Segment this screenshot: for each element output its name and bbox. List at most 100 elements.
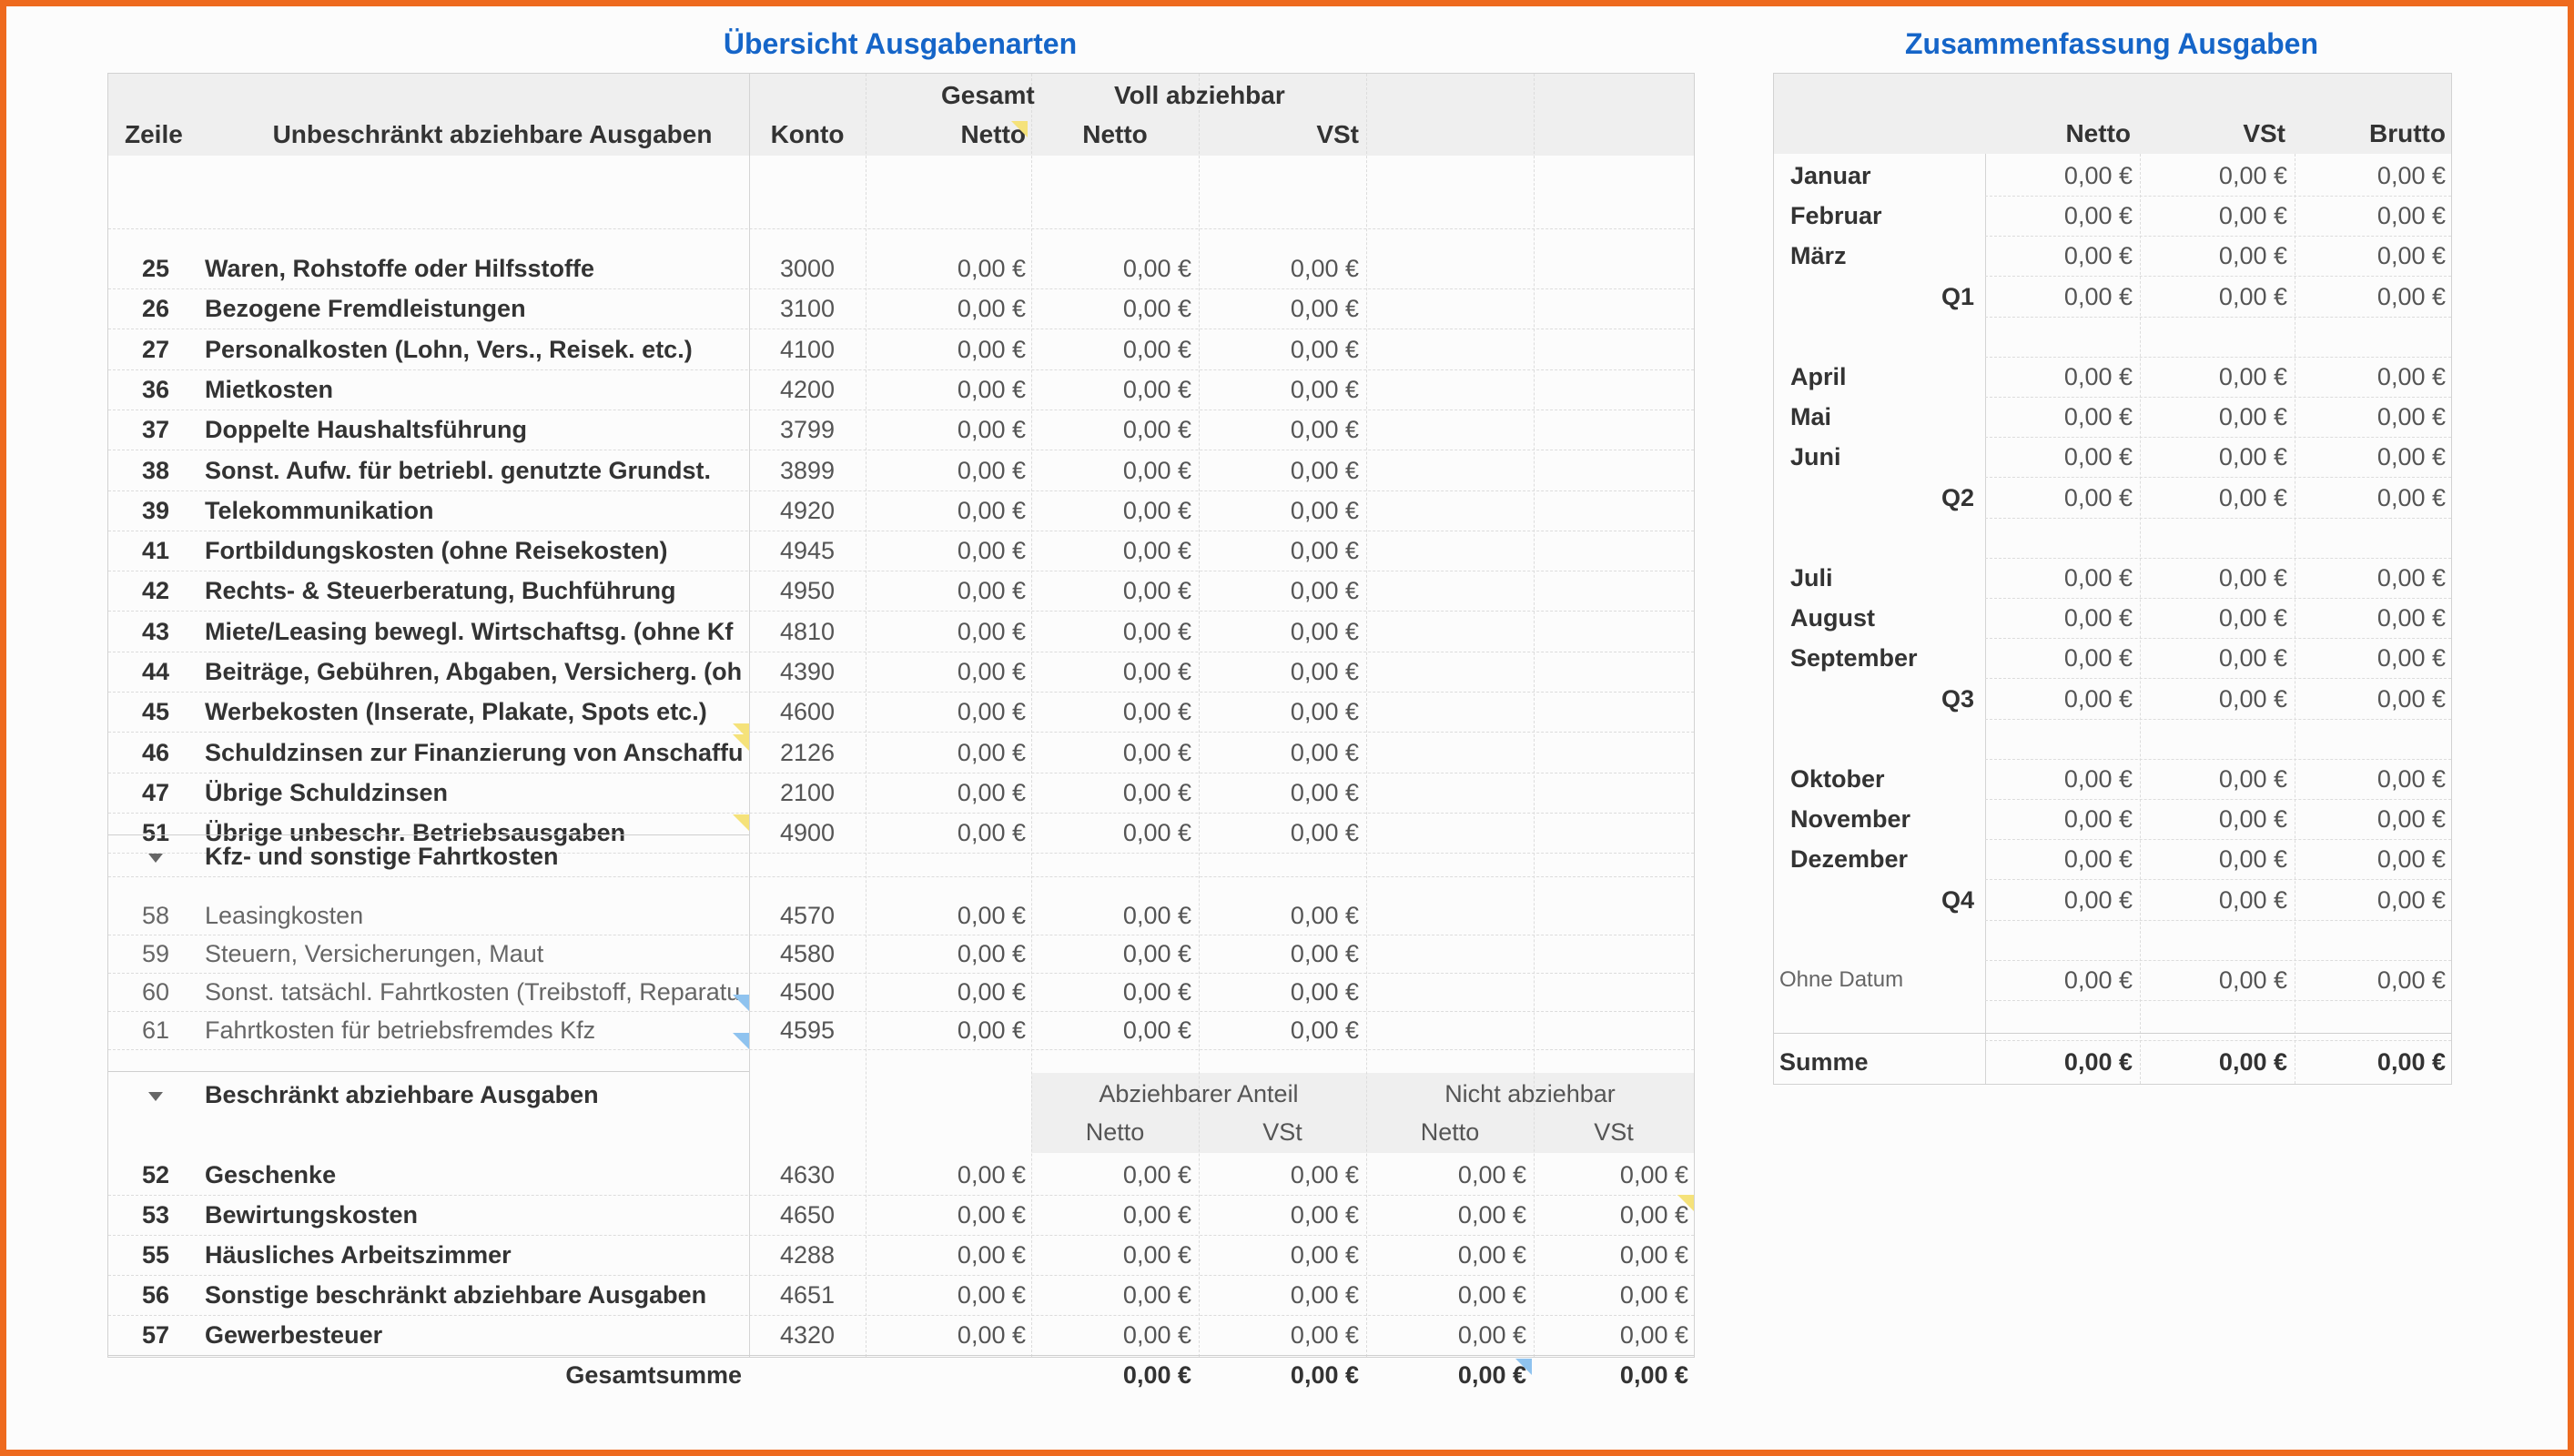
- netto-cell[interactable]: 0,00 €: [1985, 236, 2133, 276]
- nicht-netto-cell[interactable]: 0,00 €: [1366, 1315, 1526, 1355]
- abz-vst-cell[interactable]: 0,00 €: [1199, 1235, 1359, 1275]
- nicht-netto-cell[interactable]: 0,00 €: [1366, 1235, 1526, 1275]
- netto-cell[interactable]: 0,00 €: [1985, 880, 2133, 920]
- vst-cell[interactable]: 0,00 €: [2140, 277, 2287, 317]
- voll-vst-cell[interactable]: 0,00 €: [1199, 248, 1359, 288]
- netto-cell[interactable]: 0,00 €: [1985, 156, 2133, 196]
- netto-cell[interactable]: 0,00 €: [1985, 478, 2133, 518]
- gesamt-netto-cell[interactable]: 0,00 €: [866, 1011, 1026, 1049]
- vst-cell[interactable]: 0,00 €: [2140, 156, 2287, 196]
- konto-cell[interactable]: 3799: [749, 410, 866, 450]
- brutto-cell[interactable]: 0,00 €: [2295, 437, 2446, 477]
- voll-vst-cell[interactable]: 0,00 €: [1199, 571, 1359, 611]
- konto-cell[interactable]: 4288: [749, 1235, 866, 1275]
- konto-cell[interactable]: 4651: [749, 1275, 866, 1315]
- vst-cell[interactable]: 0,00 €: [2140, 357, 2287, 397]
- abz-netto-cell[interactable]: 0,00 €: [1031, 1195, 1191, 1235]
- konto-cell[interactable]: 4920: [749, 490, 866, 531]
- vst-cell[interactable]: 0,00 €: [2140, 839, 2287, 879]
- gesamt-netto-cell[interactable]: 0,00 €: [866, 410, 1026, 450]
- vst-cell[interactable]: 0,00 €: [2140, 799, 2287, 839]
- comment-marker[interactable]: [1011, 121, 1028, 137]
- comment-marker[interactable]: [733, 995, 749, 1011]
- konto-cell[interactable]: 4320: [749, 1315, 866, 1355]
- netto-cell[interactable]: 0,00 €: [1985, 598, 2133, 638]
- konto-cell[interactable]: 3899: [749, 450, 866, 490]
- brutto-cell[interactable]: 0,00 €: [2295, 196, 2446, 236]
- comment-marker[interactable]: [1515, 1359, 1532, 1375]
- brutto-cell[interactable]: 0,00 €: [2295, 598, 2446, 638]
- disclosure-triangle-icon[interactable]: [148, 853, 163, 863]
- voll-netto-cell[interactable]: 0,00 €: [1031, 329, 1191, 369]
- konto-cell[interactable]: 4390: [749, 652, 866, 692]
- voll-netto-cell[interactable]: 0,00 €: [1031, 1011, 1191, 1049]
- netto-cell[interactable]: 0,00 €: [1985, 196, 2133, 236]
- voll-netto-cell[interactable]: 0,00 €: [1031, 935, 1191, 973]
- comment-marker[interactable]: [733, 1033, 749, 1049]
- voll-netto-cell[interactable]: 0,00 €: [1031, 369, 1191, 410]
- total-a-netto[interactable]: 0,00 €: [1031, 1355, 1191, 1395]
- disclosure-triangle-icon[interactable]: [148, 1091, 163, 1101]
- abz-netto-cell[interactable]: 0,00 €: [1031, 1155, 1191, 1195]
- brutto-cell[interactable]: 0,00 €: [2295, 478, 2446, 518]
- gesamt-netto-cell[interactable]: 0,00 €: [866, 1235, 1026, 1275]
- voll-netto-cell[interactable]: 0,00 €: [1031, 531, 1191, 571]
- voll-vst-cell[interactable]: 0,00 €: [1199, 288, 1359, 329]
- brutto-cell[interactable]: 0,00 €: [2295, 397, 2446, 437]
- konto-cell[interactable]: 4945: [749, 531, 866, 571]
- summe-vst[interactable]: 0,00 €: [2140, 1042, 2287, 1082]
- voll-netto-cell[interactable]: 0,00 €: [1031, 248, 1191, 288]
- konto-cell[interactable]: 4600: [749, 692, 866, 732]
- netto-cell[interactable]: 0,00 €: [1985, 638, 2133, 678]
- netto-cell[interactable]: 0,00 €: [1985, 679, 2133, 719]
- comment-marker[interactable]: [733, 814, 749, 832]
- gesamt-netto-cell[interactable]: 0,00 €: [866, 1275, 1026, 1315]
- voll-vst-cell[interactable]: 0,00 €: [1199, 1011, 1359, 1049]
- nicht-vst-cell[interactable]: 0,00 €: [1534, 1155, 1688, 1195]
- brutto-cell[interactable]: 0,00 €: [2295, 558, 2446, 598]
- brutto-cell[interactable]: 0,00 €: [2295, 277, 2446, 317]
- gesamt-netto-cell[interactable]: 0,00 €: [866, 612, 1026, 652]
- gesamt-netto-cell[interactable]: 0,00 €: [866, 531, 1026, 571]
- voll-netto-cell[interactable]: 0,00 €: [1031, 896, 1191, 935]
- voll-netto-cell[interactable]: 0,00 €: [1031, 773, 1191, 813]
- brutto-cell[interactable]: 0,00 €: [2295, 236, 2446, 276]
- abz-netto-cell[interactable]: 0,00 €: [1031, 1315, 1191, 1355]
- gesamt-netto-cell[interactable]: 0,00 €: [866, 652, 1026, 692]
- voll-netto-cell[interactable]: 0,00 €: [1031, 571, 1191, 611]
- nicht-vst-cell[interactable]: 0,00 €: [1534, 1275, 1688, 1315]
- voll-vst-cell[interactable]: 0,00 €: [1199, 450, 1359, 490]
- gesamt-netto-cell[interactable]: 0,00 €: [866, 773, 1026, 813]
- gesamt-netto-cell[interactable]: 0,00 €: [866, 369, 1026, 410]
- voll-netto-cell[interactable]: 0,00 €: [1031, 450, 1191, 490]
- gesamt-netto-cell[interactable]: 0,00 €: [866, 329, 1026, 369]
- netto-cell[interactable]: 0,00 €: [1985, 799, 2133, 839]
- vst-cell[interactable]: 0,00 €: [2140, 638, 2287, 678]
- netto-cell[interactable]: 0,00 €: [1985, 397, 2133, 437]
- voll-vst-cell[interactable]: 0,00 €: [1199, 935, 1359, 973]
- konto-cell[interactable]: 4570: [749, 896, 866, 935]
- abz-vst-cell[interactable]: 0,00 €: [1199, 1275, 1359, 1315]
- konto-cell[interactable]: 3100: [749, 288, 866, 329]
- voll-netto-cell[interactable]: 0,00 €: [1031, 490, 1191, 531]
- comment-marker[interactable]: [733, 723, 749, 740]
- brutto-cell[interactable]: 0,00 €: [2295, 679, 2446, 719]
- voll-vst-cell[interactable]: 0,00 €: [1199, 612, 1359, 652]
- voll-netto-cell[interactable]: 0,00 €: [1031, 410, 1191, 450]
- abz-vst-cell[interactable]: 0,00 €: [1199, 1315, 1359, 1355]
- brutto-cell[interactable]: 0,00 €: [2295, 156, 2446, 196]
- vst-cell[interactable]: 0,00 €: [2140, 598, 2287, 638]
- summe-brutto[interactable]: 0,00 €: [2295, 1042, 2446, 1082]
- abz-vst-cell[interactable]: 0,00 €: [1199, 1155, 1359, 1195]
- vst-cell[interactable]: 0,00 €: [2140, 679, 2287, 719]
- voll-vst-cell[interactable]: 0,00 €: [1199, 369, 1359, 410]
- abz-netto-cell[interactable]: 0,00 €: [1031, 1275, 1191, 1315]
- abz-netto-cell[interactable]: 0,00 €: [1031, 1235, 1191, 1275]
- vst-cell[interactable]: 0,00 €: [2140, 478, 2287, 518]
- konto-cell[interactable]: 4500: [749, 973, 866, 1011]
- netto-cell[interactable]: 0,00 €: [1985, 759, 2133, 799]
- netto-cell[interactable]: 0,00 €: [1985, 960, 2133, 1000]
- voll-vst-cell[interactable]: 0,00 €: [1199, 531, 1359, 571]
- gesamt-netto-cell[interactable]: 0,00 €: [866, 1315, 1026, 1355]
- nicht-netto-cell[interactable]: 0,00 €: [1366, 1275, 1526, 1315]
